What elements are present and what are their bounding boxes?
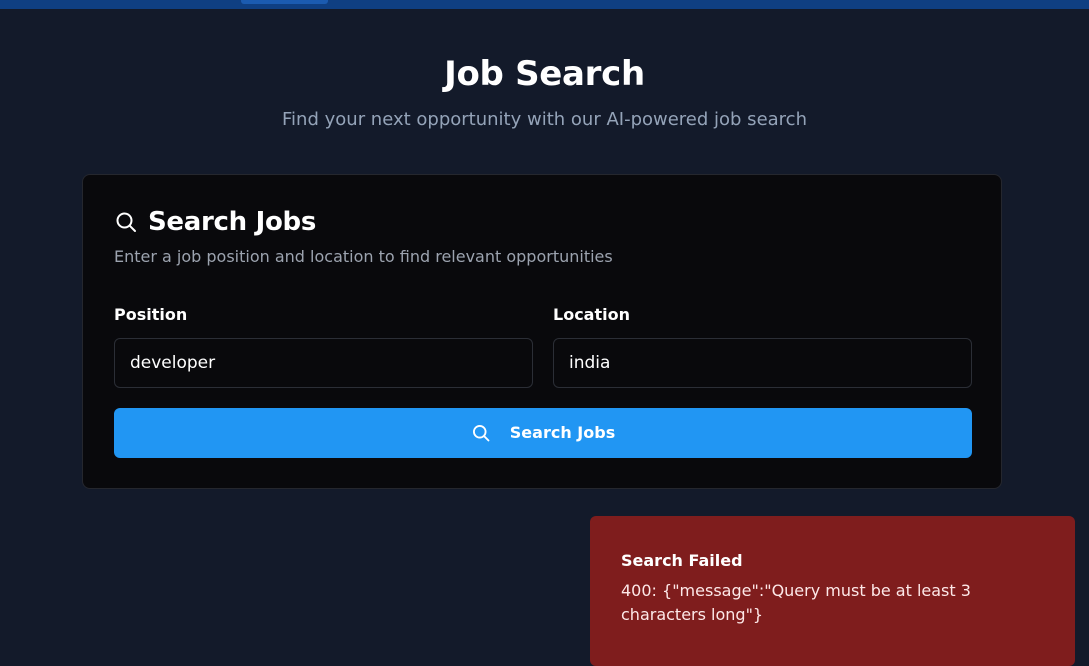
search-button-label: Search Jobs xyxy=(509,423,616,442)
search-jobs-button[interactable]: Search Jobs xyxy=(114,408,972,458)
search-icon xyxy=(114,210,138,234)
location-label: Location xyxy=(553,305,630,324)
nav-tab-active[interactable] xyxy=(241,0,328,4)
top-nav-bar xyxy=(0,0,1089,9)
card-header: Search Jobs xyxy=(114,205,316,239)
search-icon xyxy=(471,423,491,443)
position-label: Position xyxy=(114,305,188,324)
toast-title: Search Failed xyxy=(621,551,743,570)
card-title: Search Jobs xyxy=(148,207,317,237)
error-toast[interactable]: Search Failed 400: {"message":"Query mus… xyxy=(590,516,1075,666)
location-input[interactable] xyxy=(553,338,972,388)
card-description: Enter a job position and location to fin… xyxy=(114,247,613,266)
position-input[interactable] xyxy=(114,338,533,388)
toast-message: 400: {"message":"Query must be at least … xyxy=(621,581,971,624)
page-title: Job Search xyxy=(444,54,645,94)
search-card: Search Jobs Enter a job position and loc… xyxy=(82,174,1002,489)
page-subtitle: Find your next opportunity with our AI-p… xyxy=(282,109,807,130)
